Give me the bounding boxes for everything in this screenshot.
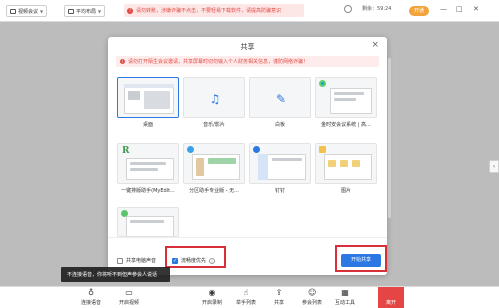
checkbox-checked-icon: ✓ <box>172 257 178 264</box>
start-recording-button[interactable]: ◉ 开启录制 <box>197 288 227 307</box>
connect-audio-button[interactable]: ♁ 连接语音 <box>76 288 106 307</box>
voice-toast-text: 不连接语音，你将听不到但声参会人说话 <box>67 272 158 278</box>
connect-audio-label: 连接语音 <box>80 300 101 306</box>
chevron-down-icon: ▼ <box>40 8 44 14</box>
share-tile-label: 钉钉 <box>274 188 285 194</box>
share-tile-whiteboard[interactable]: ✎ 白板 <box>249 77 311 128</box>
folder-icon <box>319 146 326 153</box>
minimize-icon[interactable]: — <box>440 5 447 13</box>
meeting-timer: 剩余：59:24 <box>362 6 392 12</box>
interactive-tools-label: 互动工具 <box>334 300 355 306</box>
share-tile-label: 分区助手专业版 - 无... <box>189 188 239 194</box>
record-icon: ◉ <box>208 288 216 297</box>
video-meeting-dropdown[interactable]: 视频会议 ▼ <box>6 5 48 17</box>
checkbox-unchecked-icon <box>117 257 123 264</box>
start-share-button[interactable]: 开始共享 <box>341 254 381 267</box>
share-icon: ⇪ <box>275 288 283 297</box>
security-notice: ! 请勿转账，涉嫌诈骗不点击，不要轻易下载软件，请提高防骗意识 <box>124 4 304 17</box>
smooth-priority-label: 流畅度优先 <box>181 258 207 264</box>
help-icon[interactable]: i <box>209 257 216 264</box>
partition-app-icon <box>187 146 194 153</box>
share-tile-pictures[interactable]: 图片 <box>315 143 377 194</box>
headset-icon: ♁ <box>88 288 94 297</box>
share-tile-desktop[interactable]: 桌面 <box>117 77 179 128</box>
video-icon <box>10 8 16 14</box>
dialog-title: 共享 <box>240 43 255 51</box>
share-tile-partition[interactable]: 分区助手专业版 - 无... <box>183 143 245 194</box>
video-meeting-label: 视频会议 <box>18 8 39 15</box>
vip-button[interactable]: 开通 <box>409 6 429 16</box>
camera-icon: ▭ <box>125 288 133 297</box>
close-icon[interactable]: × <box>371 40 379 50</box>
maximize-icon[interactable]: □ <box>456 5 463 13</box>
share-tile-label: 图片 <box>340 188 351 194</box>
start-video-button[interactable]: ▭ 开启视频 <box>114 288 144 307</box>
share-audio-label: 共享电脑声音 <box>126 258 157 264</box>
share-warning: ! 请勿打开陌生会议邀请，共享屏幕时切勿输入个人财务相关信息，谨防网络诈骗！ <box>116 56 379 67</box>
participants-label: 参会列表 <box>301 300 322 306</box>
share-button[interactable]: ⇪ 共享 <box>264 288 294 307</box>
signal-icon <box>344 5 352 13</box>
interactive-tools-button[interactable]: ▦ 互动工具 <box>330 288 360 307</box>
meeting-app-window: 视频会议 ▼ 平均布局 ▼ ! 请勿转账，涉嫌诈骗不点击，不要轻易下载软件，请提… <box>0 0 499 308</box>
layout-label: 平均布局 <box>76 8 97 15</box>
app-logo-icon: R <box>122 146 130 156</box>
pen-icon: ✎ <box>275 91 287 106</box>
security-notice-text: 请勿转账，涉嫌诈骗不点击，不要轻易下载软件，请提高防骗意识 <box>136 8 282 14</box>
chevron-down-icon: ▼ <box>98 8 102 14</box>
desktop-thumbnail-icon <box>117 77 179 118</box>
share-tile-label: 一键排版助手(MyEdit... <box>121 188 175 194</box>
participants-icon: ☺ <box>308 288 317 297</box>
start-recording-label: 开启录制 <box>201 300 222 306</box>
smooth-priority-checkbox[interactable]: ✓ 流畅度优先 i <box>172 257 216 264</box>
share-tile-myedit[interactable]: R 一键排版助手(MyEdit... <box>117 143 179 194</box>
dingtalk-icon <box>253 146 260 153</box>
hand-icon: ☝ <box>243 288 249 297</box>
status-area <box>344 5 352 13</box>
share-tile-label: 音乐/影片 <box>203 122 225 128</box>
raise-hand-list-button[interactable]: ☝ 举手列表 <box>231 288 261 307</box>
share-label: 共享 <box>273 300 284 306</box>
edge-browser-icon <box>319 80 326 87</box>
warning-icon: ! <box>120 59 125 64</box>
share-tile-window[interactable] <box>117 207 179 237</box>
layout-dropdown[interactable]: 平均布局 ▼ <box>64 5 106 17</box>
scrollbar[interactable] <box>388 58 391 218</box>
leave-meeting-button[interactable]: 离开 <box>378 287 404 308</box>
bottom-toolbar: ♁ 连接语音 ▭ 开启视频 ◉ 开启录制 ☝ 举手列表 ⇪ 共享 ☺ 参会列表 … <box>0 286 499 308</box>
top-bar: 视频会议 ▼ 平均布局 ▼ ! 请勿转账，涉嫌诈骗不点击，不要轻易下载软件，请提… <box>0 0 499 22</box>
share-tile-label: 桌面 <box>142 122 153 128</box>
share-audio-checkbox[interactable]: 共享电脑声音 <box>117 257 156 264</box>
start-video-label: 开启视频 <box>118 300 139 306</box>
raise-hand-list-label: 举手列表 <box>235 300 256 306</box>
share-tile-music[interactable]: ♫ 音乐/影片 <box>183 77 245 128</box>
share-tile-dingtalk[interactable]: 钉钉 <box>249 143 311 194</box>
layout-icon <box>68 8 74 14</box>
share-tile-browser[interactable]: 金时安会议系统 | 高... <box>315 77 377 128</box>
close-icon[interactable]: ✕ <box>473 5 479 13</box>
share-dialog: 共享 × ! 请勿打开陌生会议邀请，共享屏幕时切勿输入个人财务相关信息，谨防网络… <box>108 37 387 275</box>
interactive-tools-icon: ▦ <box>341 288 349 297</box>
share-warning-text: 请勿打开陌生会议邀请，共享屏幕时切勿输入个人财务相关信息，谨防网络诈骗！ <box>128 59 309 65</box>
voice-toast: 不连接语音，你将听不到但声参会人说话 <box>61 267 170 282</box>
music-note-icon: ♫ <box>209 91 221 106</box>
participants-button[interactable]: ☺ 参会列表 <box>297 288 327 307</box>
share-tile-label: 白板 <box>274 122 285 128</box>
warning-icon: ! <box>127 7 133 14</box>
share-tile-label: 金时安会议系统 | 高... <box>321 122 371 128</box>
chevron-left-icon[interactable]: ‹ <box>489 160 499 173</box>
